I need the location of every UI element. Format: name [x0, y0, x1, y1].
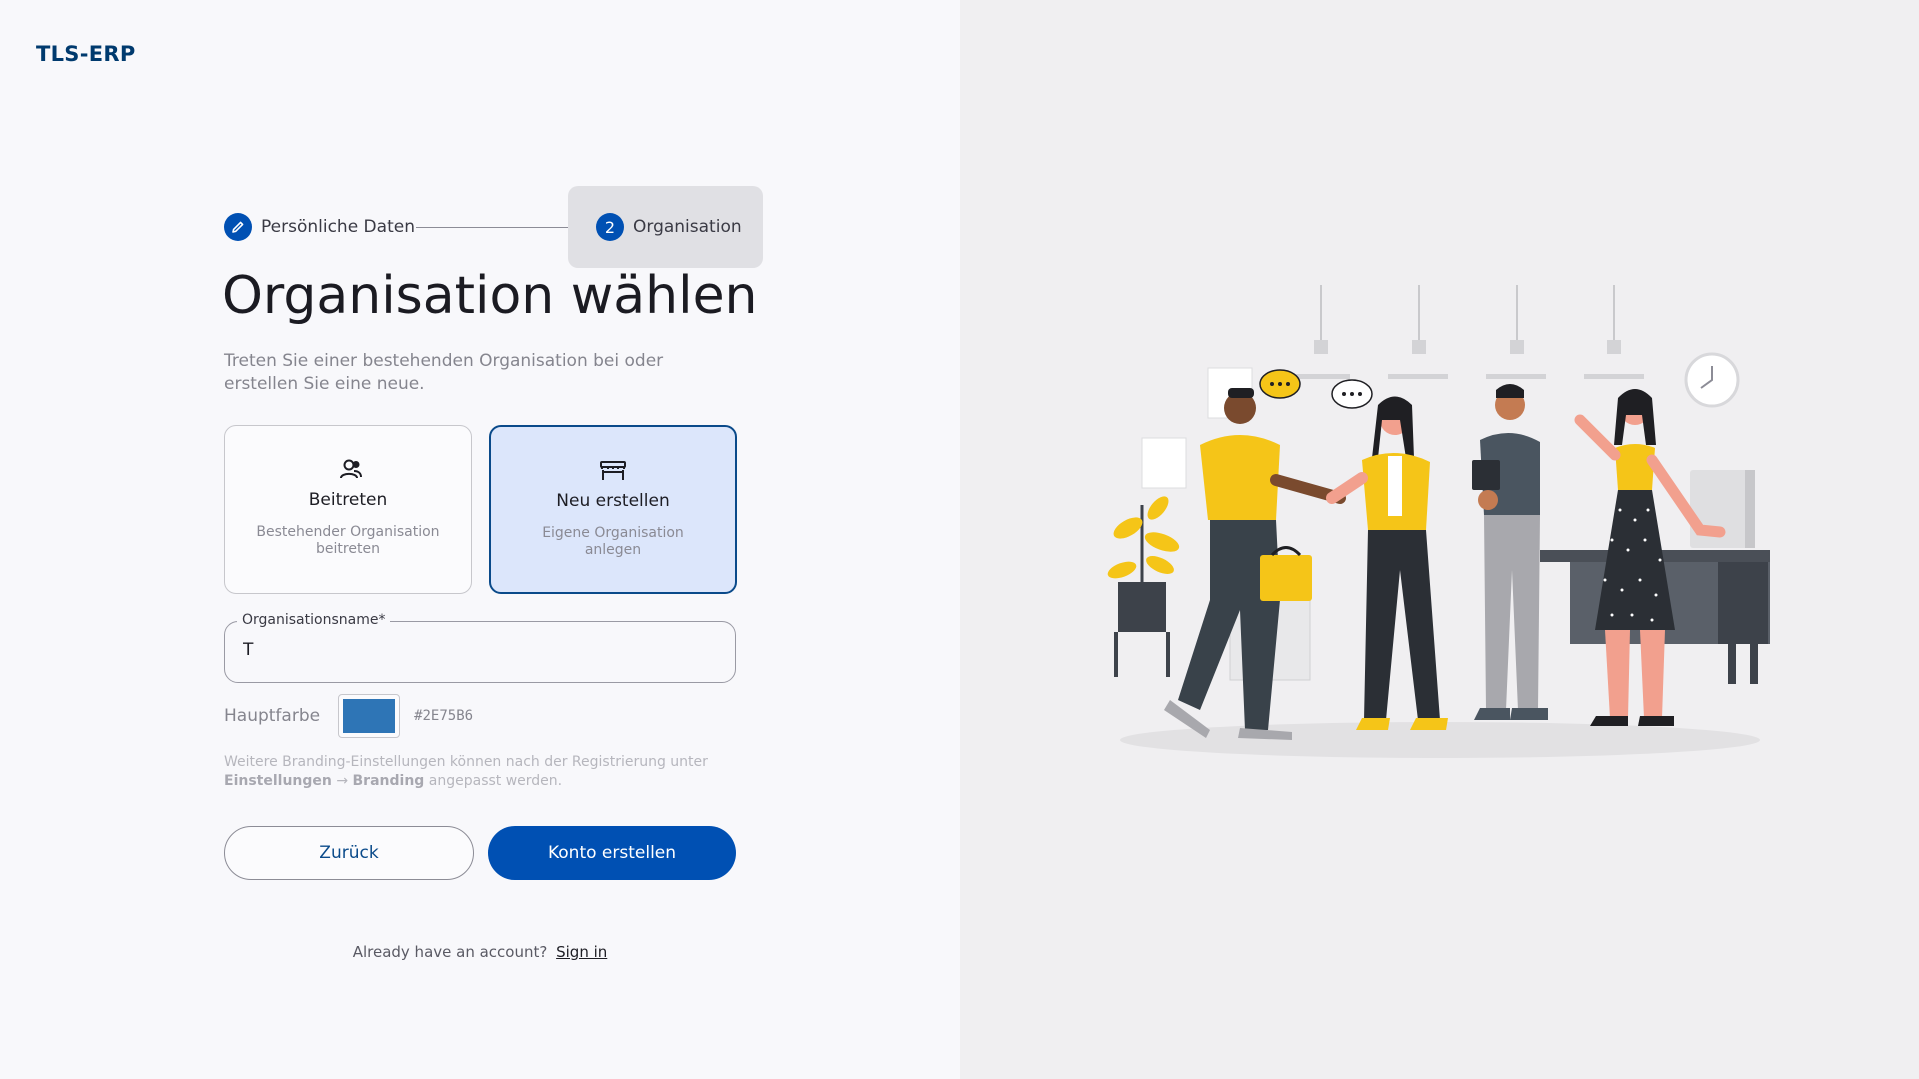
color-swatch [343, 699, 396, 733]
primary-color-row: Hauptfarbe #2E75B6 [224, 694, 474, 738]
create-account-button[interactable]: Konto erstellen [488, 826, 736, 880]
option-join-card[interactable]: Beitreten Bestehender Organisation beitr… [224, 425, 472, 594]
signin-prompt: Already have an account? Sign in [0, 943, 960, 961]
pencil-icon [224, 213, 252, 241]
app-logo[interactable]: TLS-ERP [36, 42, 136, 66]
users-icon [334, 458, 362, 482]
team-handshake-illustration [1107, 285, 1770, 758]
org-name-field[interactable]: Organisationsname* [224, 612, 736, 683]
option-create-description: Eigene Organisation anlegen [542, 525, 684, 558]
hint-arrow: → [336, 773, 349, 789]
step-number-badge: 2 [596, 213, 624, 241]
hint-prefix: Weitere Branding-Einstellungen können na… [224, 754, 708, 770]
hint-suffix: angepasst werden. [428, 773, 563, 789]
signin-text: Already have an account? [352, 943, 548, 961]
page-title: Organisation wählen [222, 266, 758, 326]
page-subtitle: Treten Sie einer bestehenden Organisatio… [224, 351, 664, 394]
branding-hint: Weitere Branding-Einstellungen können na… [224, 753, 744, 791]
step-connector [416, 227, 570, 228]
step-organisation-label: Organisation [633, 217, 742, 237]
org-name-label: Organisationsname* [237, 612, 391, 628]
color-picker[interactable] [338, 694, 401, 738]
step-organisation[interactable]: 2 Organisation [568, 186, 763, 268]
option-create-card[interactable]: Neu erstellen Eigene Organisation anlege… [489, 425, 737, 594]
option-create-title: Neu erstellen [556, 491, 670, 511]
option-join-description: Bestehender Organisation beitreten [256, 524, 440, 557]
step-personal-data-label: Persönliche Daten [261, 217, 415, 237]
step-personal-data[interactable]: Persönliche Daten [224, 213, 415, 241]
color-hex-value: #2E75B6 [414, 708, 474, 724]
option-join-title: Beitreten [308, 490, 388, 510]
hint-path-settings: Einstellungen [224, 773, 332, 789]
signin-link[interactable]: Sign in [556, 943, 607, 961]
org-name-input[interactable] [243, 640, 713, 660]
hint-path-branding: Branding [352, 773, 425, 789]
primary-color-label: Hauptfarbe [224, 706, 321, 726]
form-panel: TLS-ERP Persönliche Daten 2 Organisation… [0, 0, 960, 1079]
back-button[interactable]: Zurück [224, 826, 474, 880]
storefront-icon [599, 459, 627, 483]
stepper: Persönliche Daten 2 Organisation [224, 186, 764, 268]
